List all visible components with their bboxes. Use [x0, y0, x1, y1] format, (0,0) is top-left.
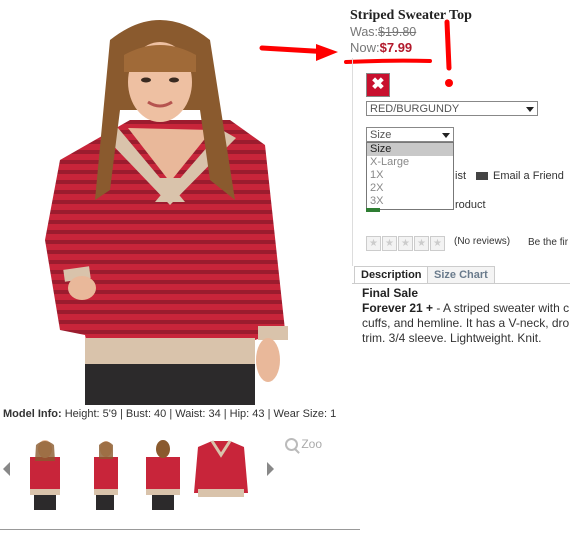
add-to-bag-button-edge[interactable] — [366, 208, 380, 212]
zoom-button[interactable]: Zoo — [285, 437, 323, 452]
size-select-value: Size — [370, 129, 392, 141]
envelope-icon — [476, 172, 488, 181]
rating-stars[interactable]: ★ ★ ★ ★ ★ — [366, 233, 446, 251]
be-first-link[interactable]: Be the fir — [528, 237, 568, 248]
size-option[interactable]: X-Large — [367, 156, 453, 169]
thumbnail-next-arrow[interactable] — [267, 462, 274, 476]
thumbnail-back-image — [146, 440, 180, 510]
was-label: Was: — [350, 25, 379, 39]
product-title: Striped Sweater Top — [350, 8, 472, 23]
now-label: Now: — [350, 40, 380, 55]
no-reviews-text: (No reviews) — [454, 236, 511, 247]
model-photo — [45, 20, 288, 405]
add-product-text[interactable]: roduct — [455, 199, 486, 211]
brand-name: Forever 21 + — [362, 301, 434, 315]
size-option[interactable]: Size — [367, 143, 453, 156]
close-x-icon: ✖ — [371, 76, 385, 93]
tab-size-chart[interactable]: Size Chart — [427, 266, 495, 283]
wishlist-link[interactable]: ist — [455, 170, 466, 182]
star-icon: ★ — [430, 236, 445, 251]
thumbnail-side-image — [94, 441, 118, 510]
now-price: Now:$7.99 — [350, 40, 412, 55]
final-sale-heading: Final Sale — [362, 286, 419, 300]
zoom-label: Zoo — [301, 437, 323, 451]
color-select-value: RED/BURGUNDY — [370, 103, 460, 115]
size-dropdown-list[interactable]: Size X-Large 1X 2X 3X — [366, 142, 454, 210]
was-price: Was:$19.80 — [350, 25, 416, 39]
model-info: Model Info: Height: 5'9 | Bust: 40 | Wai… — [3, 408, 336, 420]
size-option[interactable]: 1X — [367, 169, 453, 182]
star-icon: ★ — [382, 236, 397, 251]
thumbnail-front-image — [30, 440, 60, 510]
product-main-image[interactable] — [0, 0, 348, 405]
divider — [0, 529, 360, 530]
thumbnail-4[interactable] — [192, 437, 250, 510]
chevron-down-icon — [442, 133, 450, 138]
size-select[interactable]: Size — [366, 127, 454, 142]
zoom-magnifier-icon — [285, 438, 298, 452]
was-price-value: $19.80 — [378, 25, 417, 39]
product-description: Final Sale Forever 21 + - A striped swea… — [362, 286, 570, 346]
star-icon: ★ — [366, 236, 381, 251]
now-price-value: $7.99 — [379, 40, 413, 55]
thumbnail-flat-image — [194, 440, 248, 497]
thumbnail-2[interactable] — [82, 437, 128, 510]
thumbnail-3[interactable] — [140, 437, 186, 510]
color-select[interactable]: RED/BURGUNDY — [366, 101, 538, 116]
color-swatch[interactable]: ✖ — [366, 73, 390, 97]
tab-description[interactable]: Description — [354, 266, 429, 283]
tab-divider — [352, 283, 570, 284]
star-icon: ★ — [398, 236, 413, 251]
email-friend-label: Email a Friend — [493, 170, 564, 182]
size-option[interactable]: 2X — [367, 182, 453, 195]
model-info-label: Model Info: — [3, 408, 62, 420]
star-icon: ★ — [414, 236, 429, 251]
chevron-down-icon — [526, 107, 534, 112]
model-info-text: Height: 5'9 | Bust: 40 | Waist: 34 | Hip… — [64, 408, 337, 420]
email-friend-link[interactable]: Email a Friend — [476, 170, 564, 182]
size-option[interactable]: 3X — [367, 195, 453, 208]
thumbnail-1[interactable] — [22, 437, 68, 510]
thumbnail-prev-arrow[interactable] — [3, 462, 10, 476]
